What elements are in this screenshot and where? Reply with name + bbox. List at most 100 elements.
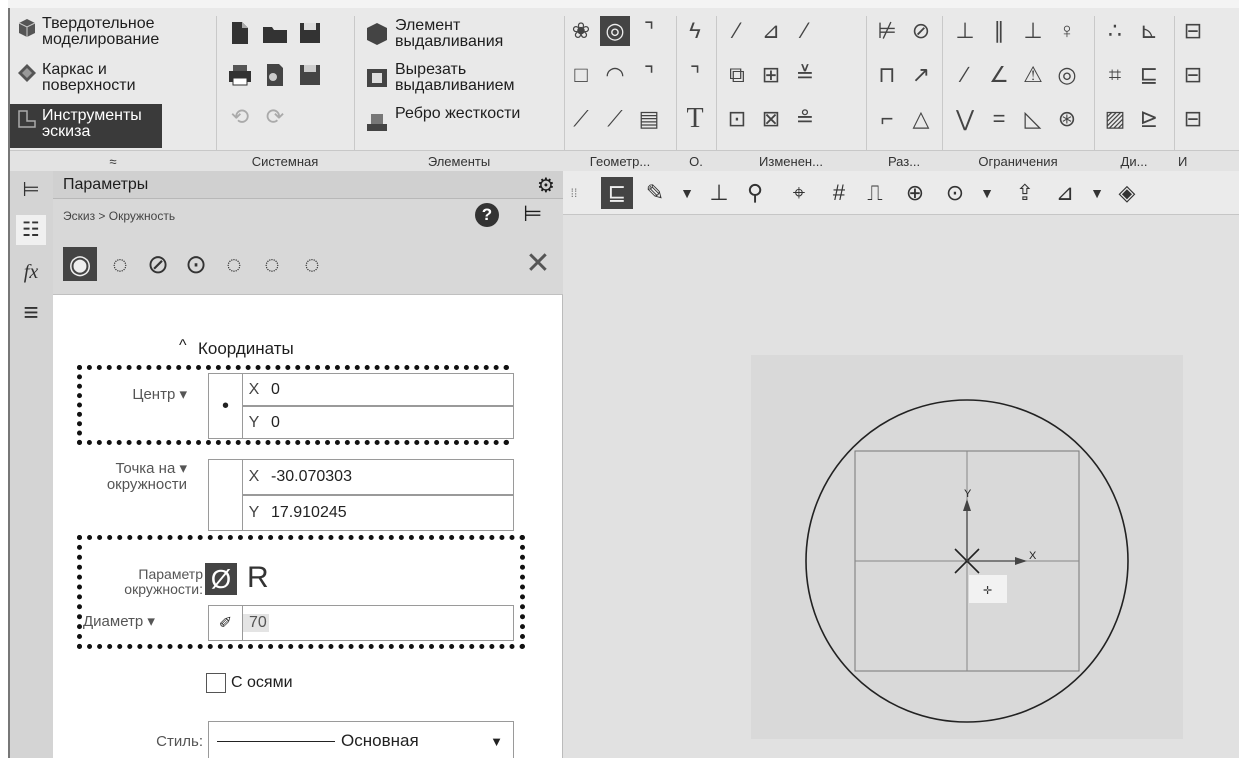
- horizontal-icon[interactable]: ∕: [950, 60, 980, 90]
- grid-icon[interactable]: #: [823, 177, 855, 209]
- axes-checkbox[interactable]: [206, 673, 226, 693]
- point-on-circle-label[interactable]: Точка на ▾ окружности: [67, 461, 187, 493]
- move-icon[interactable]: ⊞: [756, 60, 786, 90]
- diameter-field[interactable]: 70: [242, 605, 514, 641]
- expand-button[interactable]: ≈: [10, 150, 216, 172]
- corner-icon[interactable]: ⌝: [680, 60, 710, 90]
- save-icon[interactable]: [295, 18, 325, 48]
- menu-icon[interactable]: ≡: [16, 297, 46, 327]
- angular-dim-icon[interactable]: ↗: [906, 60, 936, 90]
- circle-3points-icon[interactable]: ◌: [103, 247, 137, 281]
- new-document-icon[interactable]: [225, 18, 255, 48]
- diameter-dim-icon[interactable]: ⊘: [906, 16, 936, 46]
- deform-icon[interactable]: ≗: [790, 104, 820, 134]
- equal-icon[interactable]: =: [984, 104, 1014, 134]
- modify-trim-icon[interactable]: ⁄: [722, 16, 752, 46]
- fix-point-icon[interactable]: ⊥: [950, 16, 980, 46]
- circle-by-center-icon[interactable]: ◉: [63, 247, 97, 281]
- section-title[interactable]: Координаты: [198, 339, 294, 359]
- category-solid-modeling[interactable]: Твердотельное моделирование: [10, 12, 162, 56]
- orientation-dropdown-icon[interactable]: ▼: [1081, 177, 1113, 209]
- center-label[interactable]: Центр ▾: [97, 385, 187, 403]
- extra2-icon[interactable]: ⊟: [1178, 60, 1208, 90]
- coordinate-system-icon[interactable]: ⌖: [783, 177, 815, 209]
- base-dim-icon[interactable]: ⌐: [872, 104, 902, 134]
- point-x-field[interactable]: X -30.070303: [242, 459, 514, 495]
- pin-icon[interactable]: ✐: [208, 605, 242, 641]
- toolbar-grip-icon[interactable]: ⁞⁞: [565, 177, 583, 209]
- snap-dropdown-icon[interactable]: ▼: [671, 177, 703, 209]
- circle-tangent-point-icon[interactable]: ◌: [295, 247, 329, 281]
- diameter-label[interactable]: Диаметр ▾: [83, 612, 193, 630]
- constraints-display-icon[interactable]: ⚲: [739, 177, 771, 209]
- redo-icon[interactable]: ⟳: [260, 102, 290, 132]
- category-sketch-tools[interactable]: Инструменты эскиза: [10, 104, 162, 148]
- sketch-mode-icon[interactable]: ⊑: [601, 177, 633, 209]
- circle-tangent3-icon[interactable]: ◌: [255, 247, 289, 281]
- axes-checkbox-label[interactable]: С осями: [231, 674, 293, 692]
- circle-tool-icon[interactable]: ◎: [600, 16, 630, 46]
- arc-icon[interactable]: ◠: [600, 60, 630, 90]
- hatch-icon[interactable]: ▤: [634, 104, 664, 134]
- cut-extrude-icon[interactable]: [362, 62, 392, 92]
- settings-gear-icon[interactable]: ⚙: [537, 173, 555, 198]
- step-icon[interactable]: ⎍: [859, 177, 891, 209]
- extrude-label[interactable]: Элемент выдавливания: [395, 18, 555, 50]
- rib-label[interactable]: Ребро жесткости: [395, 106, 555, 122]
- symmetry-icon[interactable]: ⚠: [1018, 60, 1048, 90]
- section-collapse-icon[interactable]: ^: [179, 337, 187, 355]
- triangle-dim-icon[interactable]: △: [906, 104, 936, 134]
- dimension-icon[interactable]: ⊭: [872, 16, 902, 46]
- array-icon[interactable]: ⊡: [722, 104, 752, 134]
- ortho-icon[interactable]: ⊥: [703, 177, 735, 209]
- concentric-icon[interactable]: ◎: [1052, 60, 1082, 90]
- extend-icon[interactable]: ⊿: [756, 16, 786, 46]
- orientation-icon[interactable]: ⊿: [1049, 177, 1081, 209]
- diag-box-icon[interactable]: ⊑: [1134, 60, 1164, 90]
- break-icon[interactable]: ⁄: [790, 16, 820, 46]
- help-icon[interactable]: ?: [475, 203, 499, 227]
- circle-tangent2-icon[interactable]: ◌: [217, 247, 251, 281]
- circle-tangent-icon[interactable]: ⊙: [179, 247, 213, 281]
- point-y-field[interactable]: Y 17.910245: [242, 495, 514, 531]
- check-icon[interactable]: ⊾: [1134, 16, 1164, 46]
- zoom-dropdown-icon[interactable]: ▼: [971, 177, 1003, 209]
- fillet-icon[interactable]: ⌝: [634, 16, 664, 46]
- view-cube-icon[interactable]: ◈: [1111, 177, 1143, 209]
- snap-icon[interactable]: ✎: [639, 177, 671, 209]
- radius-constraint-icon[interactable]: ⊛: [1052, 104, 1082, 134]
- rectangle-icon[interactable]: □: [566, 60, 596, 90]
- copy-icon[interactable]: ⧉: [722, 60, 752, 90]
- diag-angle-icon[interactable]: ⌗: [1100, 60, 1130, 90]
- parameters-icon[interactable]: ☷: [16, 215, 46, 245]
- category-wireframe-surfaces[interactable]: Каркас и поверхности: [10, 58, 162, 102]
- center-y-field[interactable]: Y0: [242, 406, 514, 439]
- trim-icon[interactable]: ϟ: [680, 16, 710, 46]
- tangent-icon[interactable]: ♀: [1052, 16, 1082, 46]
- print-icon[interactable]: [225, 60, 255, 90]
- diag-fill-icon[interactable]: ▨: [1100, 104, 1130, 134]
- undo-icon[interactable]: ⟲: [225, 102, 255, 132]
- close-icon[interactable]: ✕: [521, 247, 555, 281]
- radius-mode-button[interactable]: R: [247, 561, 269, 595]
- angle-icon[interactable]: ∠: [984, 60, 1014, 90]
- diagnostics-icon[interactable]: ∴: [1100, 16, 1130, 46]
- bezier-icon[interactable]: ⟋: [600, 104, 630, 134]
- tree-toggle-icon[interactable]: ⊨: [523, 201, 542, 227]
- circle-diameter-icon[interactable]: ⊘: [141, 247, 175, 281]
- zoom-window-icon[interactable]: ⊕: [899, 177, 931, 209]
- extra-icon[interactable]: ⊟: [1178, 16, 1208, 46]
- save-as-icon[interactable]: [295, 60, 325, 90]
- center-x-field[interactable]: X0: [242, 373, 514, 406]
- linear-dim-icon[interactable]: ⊓: [872, 60, 902, 90]
- zoom-icon[interactable]: ⊙: [939, 177, 971, 209]
- tree-icon[interactable]: ⊨: [16, 175, 46, 205]
- cut-extrude-label[interactable]: Вырезать выдавливанием: [395, 62, 555, 94]
- macro-icon[interactable]: ❀: [566, 16, 596, 46]
- text-tool-icon[interactable]: T: [680, 104, 710, 134]
- perpendicular-icon[interactable]: ⊥: [1018, 16, 1048, 46]
- open-folder-icon[interactable]: [260, 18, 290, 48]
- coincident-icon[interactable]: ⋁: [950, 104, 980, 134]
- diameter-mode-button[interactable]: Ø: [205, 563, 237, 595]
- chamfer-icon[interactable]: ⌝: [634, 60, 664, 90]
